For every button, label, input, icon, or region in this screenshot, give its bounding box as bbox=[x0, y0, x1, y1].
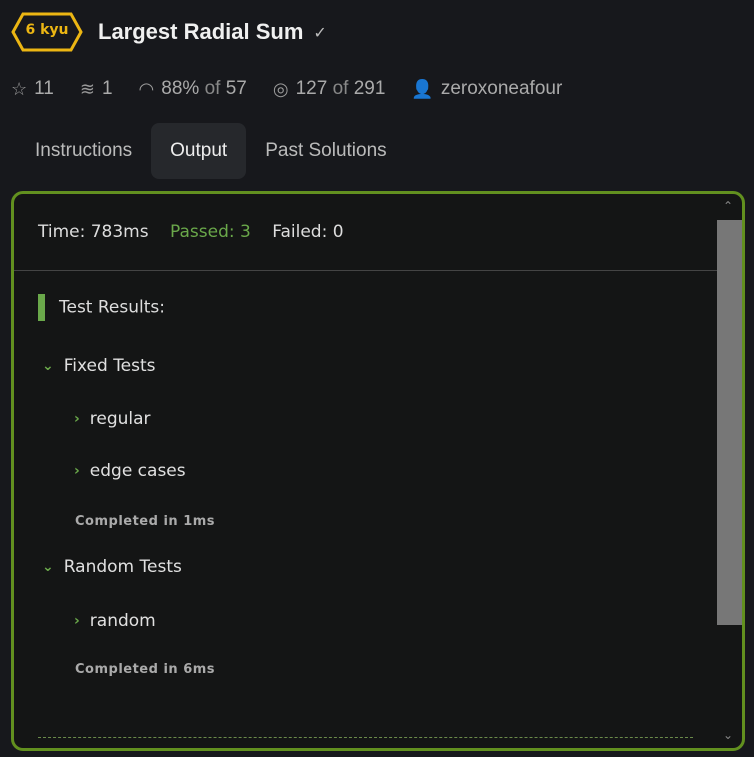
chevron-down-icon: ⌄ bbox=[42, 559, 54, 575]
test-random[interactable]: › random bbox=[74, 611, 156, 631]
user-icon: 👤 bbox=[411, 78, 434, 99]
target-icon: ◎ bbox=[272, 78, 289, 99]
test-edge-cases[interactable]: › edge cases bbox=[74, 461, 186, 481]
failed-count: Failed: 0 bbox=[272, 222, 344, 242]
kata-header: 6 kyu Largest Radial Sum ✓ bbox=[11, 12, 327, 52]
group-fixed-tests[interactable]: ⌄ Fixed Tests bbox=[42, 356, 156, 376]
scroll-down-icon[interactable]: ⌄ bbox=[723, 728, 733, 742]
gauge-icon: ◠ bbox=[138, 78, 155, 99]
completed-time: Completed in 1ms bbox=[75, 514, 216, 529]
chevron-down-icon: ⌄ bbox=[42, 358, 54, 374]
check-icon: ✓ bbox=[313, 22, 327, 42]
rank-badge: 6 kyu bbox=[11, 12, 83, 52]
chevron-right-icon: › bbox=[74, 411, 80, 427]
kata-title[interactable]: Largest Radial Sum bbox=[98, 19, 303, 45]
group-random-tests[interactable]: ⌄ Random Tests bbox=[42, 557, 182, 577]
test-regular[interactable]: › regular bbox=[74, 409, 151, 429]
chevron-right-icon: › bbox=[74, 613, 80, 629]
output-footer bbox=[38, 737, 693, 748]
completed-stat: ◎ 127 of 291 bbox=[272, 78, 386, 99]
run-summary: Time: 783ms Passed: 3 Failed: 0 bbox=[38, 222, 360, 242]
scroll-up-icon[interactable]: ⌃ bbox=[723, 199, 733, 213]
tab-output[interactable]: Output bbox=[151, 123, 247, 179]
scrollbar[interactable]: ⌃ ⌄ bbox=[717, 194, 742, 748]
output-panel: Time: 783ms Passed: 3 Failed: 0 Test Res… bbox=[11, 191, 745, 751]
divider bbox=[14, 270, 717, 271]
star-icon: ☆ bbox=[11, 78, 28, 99]
tab-bar: Instructions Output Past Solutions bbox=[16, 123, 406, 179]
passed-count: Passed: 3 bbox=[170, 222, 251, 242]
scrollbar-thumb[interactable] bbox=[717, 220, 742, 625]
chevron-right-icon: › bbox=[74, 463, 80, 479]
satisfaction-stat: ◠ 88% of 57 bbox=[138, 78, 247, 99]
test-results-heading: Test Results: bbox=[38, 294, 165, 321]
tab-instructions[interactable]: Instructions bbox=[16, 123, 151, 179]
kata-stats: ☆ 11 ≋ 1 ◠ 88% of 57 ◎ 127 of 291 👤 zeroxonea… bbox=[11, 78, 588, 100]
completed-time: Completed in 6ms bbox=[75, 662, 216, 677]
stars-stat[interactable]: ☆ 11 bbox=[11, 78, 54, 100]
layers-icon: ≋ bbox=[79, 78, 95, 99]
tab-past-solutions[interactable]: Past Solutions bbox=[246, 123, 405, 179]
time: Time: 783ms bbox=[38, 222, 149, 242]
author-stat[interactable]: 👤 zeroxoneafour bbox=[411, 78, 562, 100]
collections-stat[interactable]: ≋ 1 bbox=[80, 78, 113, 100]
